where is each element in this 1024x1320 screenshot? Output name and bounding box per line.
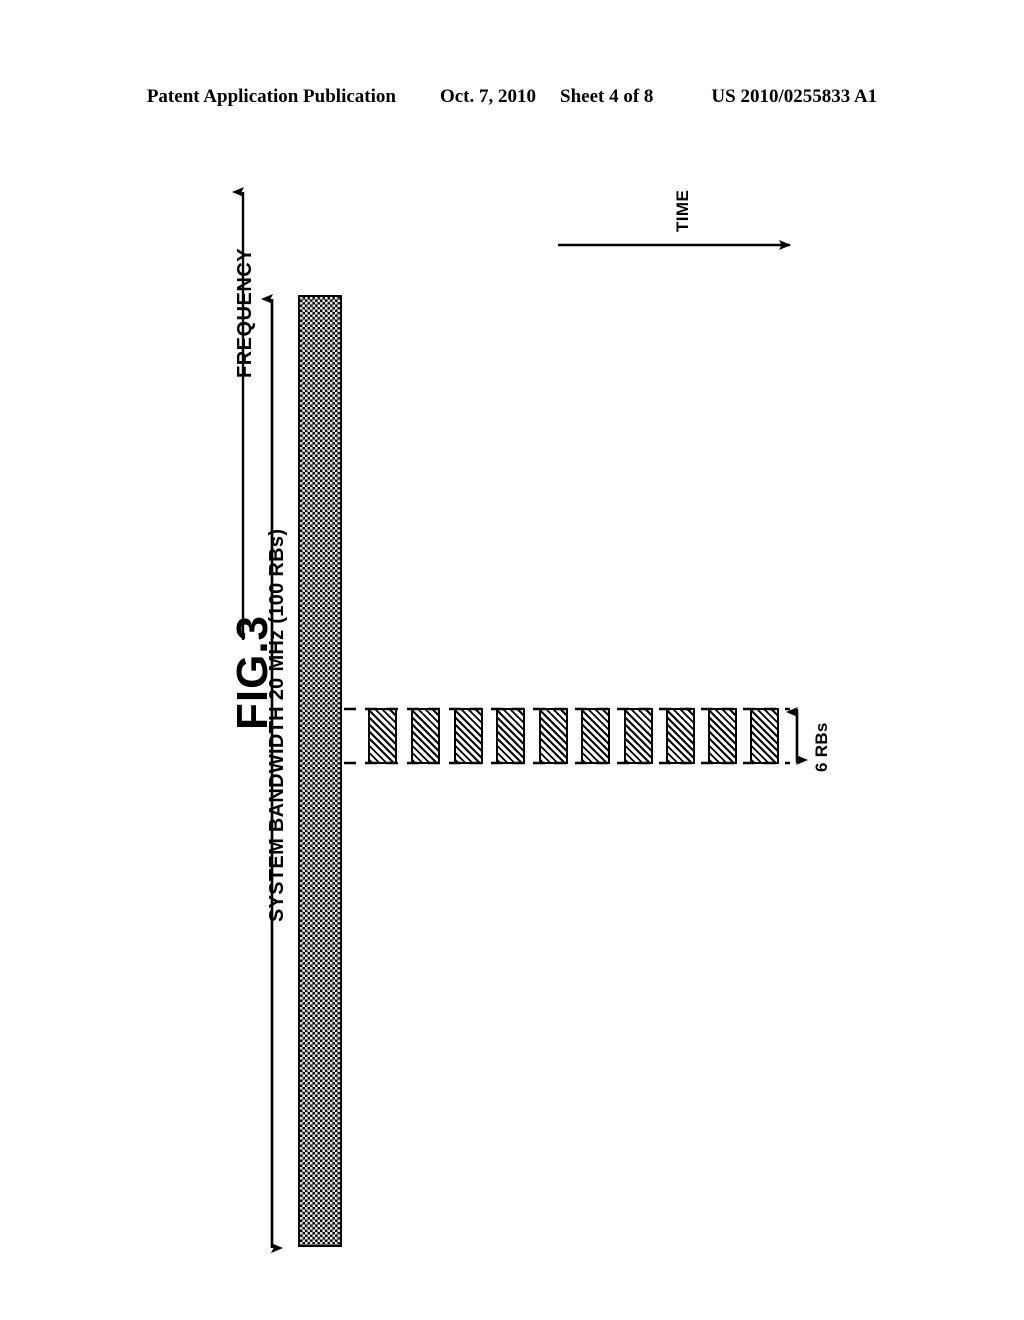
resource-block	[666, 708, 695, 764]
resource-block	[539, 708, 568, 764]
system-bandwidth-label: SYSTEM BANDWIDTH 20 MHz (100 RBs)	[266, 528, 288, 922]
figure-3-drawing: FIG.3 FREQUENCY SYSTEM BANDWIDTH 20 MHz …	[0, 0, 1024, 1320]
resource-block	[624, 708, 653, 764]
resource-block	[581, 708, 610, 764]
resource-block	[411, 708, 440, 764]
six-rbs-label: 6 RBs	[812, 722, 831, 772]
frequency-axis-label: FREQUENCY	[234, 247, 256, 378]
system-bandwidth-band	[298, 295, 342, 1247]
resource-block	[708, 708, 737, 764]
time-axis-label: TIME	[673, 189, 692, 232]
resource-block	[368, 708, 397, 764]
figure-vector-overlay	[232, 187, 808, 1253]
resource-block	[496, 708, 525, 764]
resource-block	[454, 708, 483, 764]
resource-block	[750, 708, 779, 764]
